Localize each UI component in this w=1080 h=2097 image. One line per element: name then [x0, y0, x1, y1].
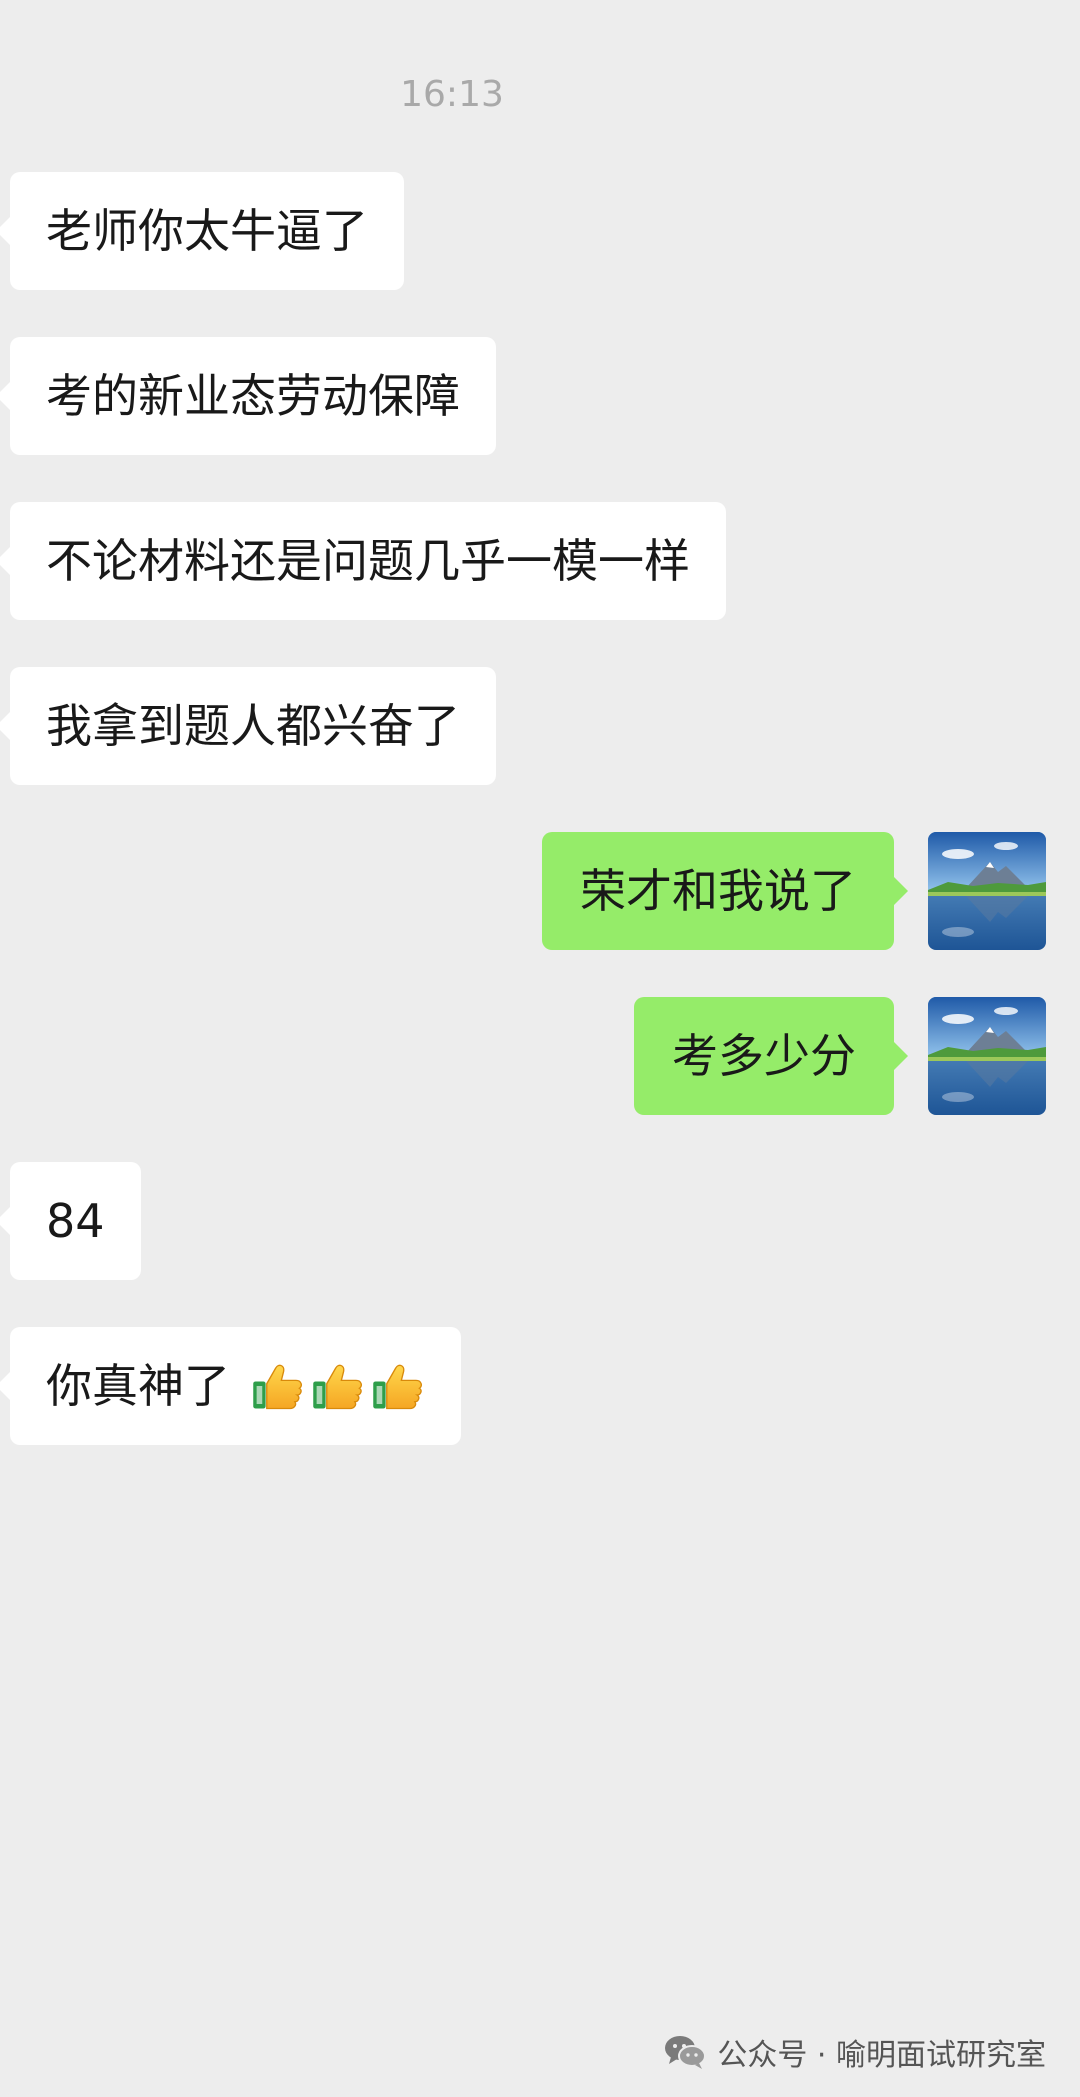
user-avatar[interactable] [928, 997, 1046, 1115]
message-text: 考多少分 [672, 1029, 856, 1083]
incoming-message-bubble[interactable]: 老师你太牛逼了 [0, 172, 404, 290]
user-avatar[interactable] [928, 832, 1046, 950]
message-text: 考的新业态劳动保障 [46, 369, 460, 423]
wechat-icon [663, 2033, 707, 2071]
incoming-message-bubble[interactable]: 考的新业态劳动保障 [0, 337, 496, 455]
watermark: 公众号 · 喻明面试研究室 [663, 2030, 1046, 2074]
message-text: 我拿到题人都兴奋了 [46, 699, 460, 753]
watermark-text: 公众号 · 喻明面试研究室 [717, 2038, 1046, 2073]
message-text: 84 [46, 1194, 105, 1248]
incoming-message-bubble[interactable]: 不论材料还是问题几乎一模一样 [0, 502, 726, 620]
incoming-message-bubble[interactable]: 你真神了 [0, 1327, 461, 1445]
message-timestamp: 16:13 [400, 74, 504, 115]
message-text: 你真神了 [46, 1359, 230, 1413]
thumbs-up-icon [251, 1359, 305, 1413]
message-text: 不论材料还是问题几乎一模一样 [46, 534, 690, 588]
thumbs-up-icon [311, 1359, 365, 1413]
incoming-message-bubble[interactable]: 84 [0, 1162, 141, 1280]
incoming-message-bubble[interactable]: 我拿到题人都兴奋了 [0, 667, 496, 785]
outgoing-message-bubble[interactable]: 考多少分 [634, 997, 908, 1115]
message-text: 荣才和我说了 [580, 864, 856, 918]
thumbs-up-icon [371, 1359, 425, 1413]
outgoing-message-bubble[interactable]: 荣才和我说了 [542, 832, 908, 950]
message-text: 老师你太牛逼了 [46, 204, 368, 258]
landscape-avatar-image [928, 997, 1046, 1115]
landscape-avatar-image [928, 832, 1046, 950]
emoji-group [251, 1359, 425, 1413]
